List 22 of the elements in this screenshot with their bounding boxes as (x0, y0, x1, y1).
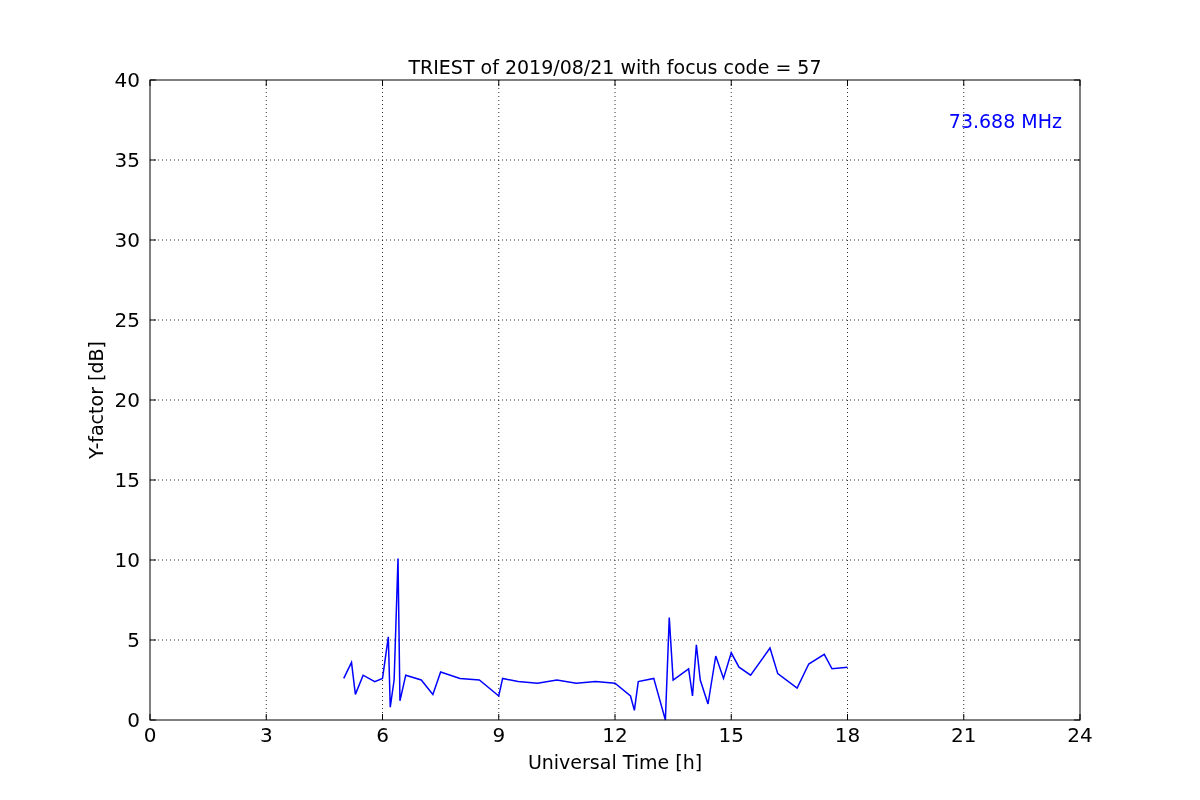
y-tick-label: 0 (127, 708, 140, 732)
x-tick-label: 6 (376, 723, 389, 747)
x-tick-label: 9 (492, 723, 506, 747)
y-tick-label: 5 (127, 628, 140, 652)
x-tick-label: 3 (259, 723, 273, 747)
y-tick-label: 30 (114, 228, 140, 252)
y-tick-label: 10 (114, 548, 140, 572)
y-tick-label: 20 (114, 388, 140, 412)
x-tick-label: 18 (834, 723, 861, 747)
chart-title: TRIEST of 2019/08/21 with focus code = 57 (408, 56, 822, 78)
y-tick-label: 15 (114, 468, 140, 492)
y-tick-label: 25 (114, 308, 140, 332)
x-tick-label: 21 (951, 723, 977, 747)
series-label: 73.688 MHz (948, 110, 1062, 132)
x-tick-label: 12 (602, 723, 628, 747)
y-tick-label: 40 (114, 68, 140, 92)
x-tick-label: 15 (718, 723, 744, 747)
y-axis-label: Y-factor [dB] (85, 341, 107, 459)
x-axis-label: Universal Time [h] (527, 751, 703, 773)
y-tick-label: 35 (114, 148, 140, 172)
x-tick-label: 24 (1067, 723, 1093, 747)
x-tick-label: 0 (143, 723, 157, 747)
